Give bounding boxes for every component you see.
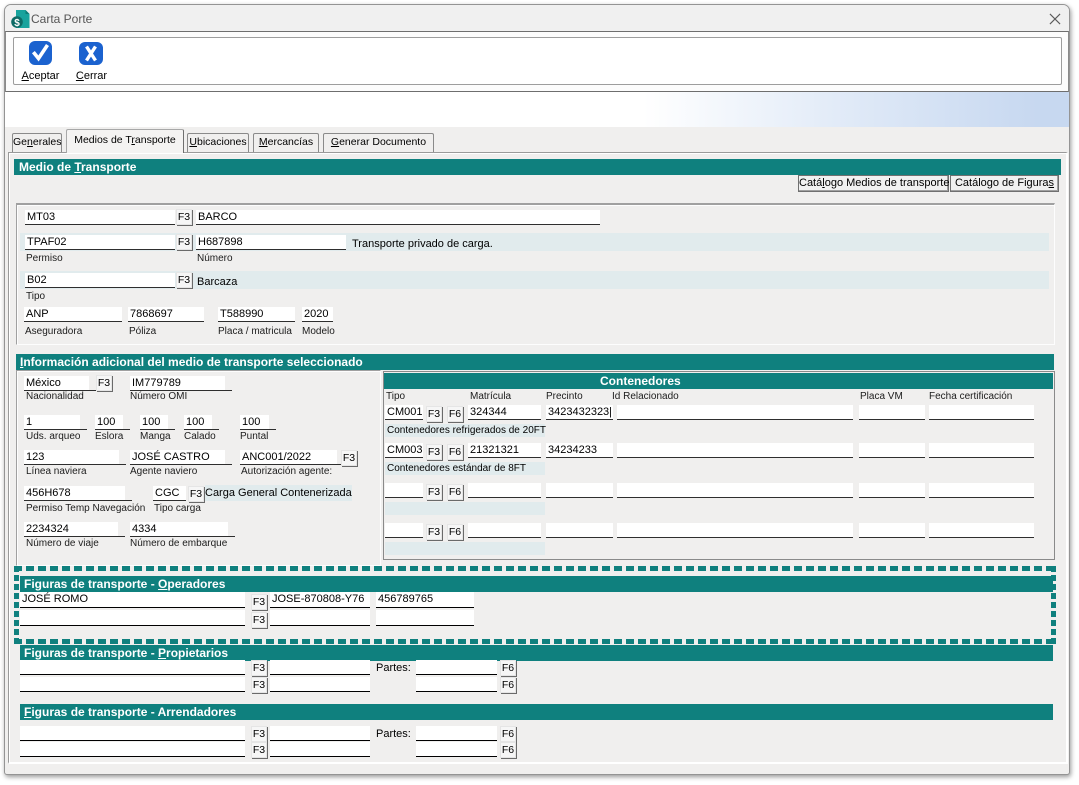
svg-text:$: $ bbox=[14, 18, 20, 29]
